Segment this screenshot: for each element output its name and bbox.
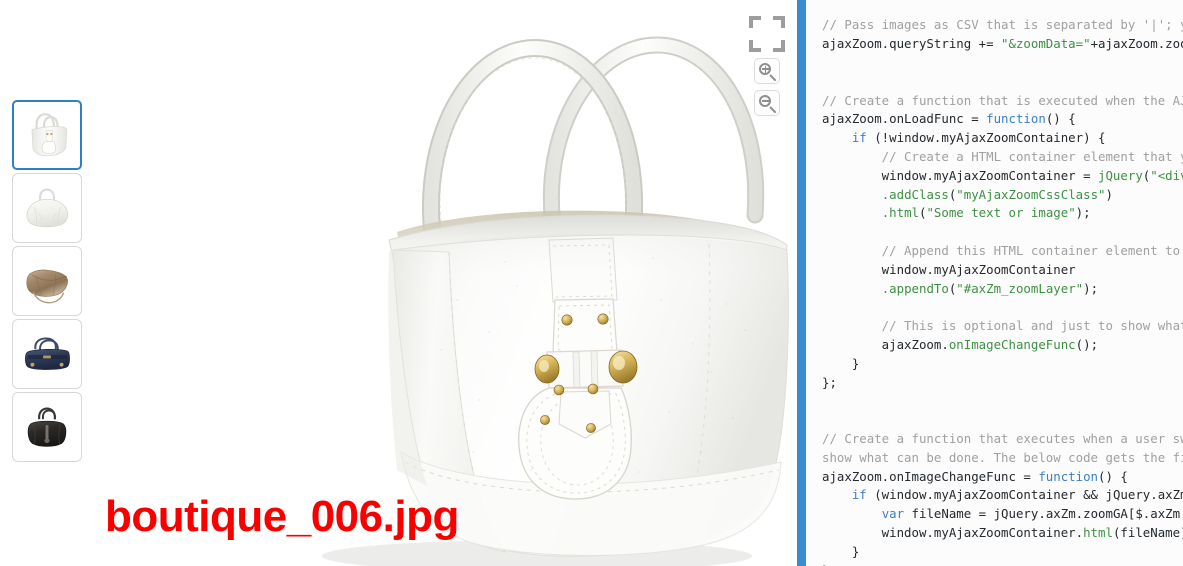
code-listing: // Pass images as CSV that is separated …	[822, 16, 1183, 566]
thumbnail-1[interactable]	[12, 100, 82, 170]
code-line: // Append this HTML container element to…	[822, 242, 1183, 258]
filename-overlay: boutique_006.jpg	[105, 492, 459, 541]
fullscreen-icon[interactable]	[749, 16, 785, 52]
code-line: show what can be done. The below code ge…	[822, 449, 1183, 465]
code-scroll-area[interactable]: // Pass images as CSV that is separated …	[806, 0, 1183, 566]
zoom-in-icon[interactable]	[754, 58, 780, 84]
code-line: if (window.myAjaxZoomContainer && jQuery…	[851, 487, 1183, 503]
code-line: window.myAjaxZoomContainer.html(fileName…	[822, 524, 1183, 540]
thumbnail-image	[13, 320, 81, 388]
code-line: window.myAjaxZoomContainer	[822, 261, 1076, 277]
stage-controls	[743, 8, 791, 116]
thumbnail-image	[14, 102, 80, 168]
thumbnail-5[interactable]	[12, 392, 82, 462]
code-line: ajaxZoom.queryString += "&zoomData="+aja…	[822, 36, 1183, 52]
code-panel: // Pass images as CSV that is separated …	[797, 0, 1183, 566]
code-line: // Pass images as CSV that is separated …	[822, 17, 1183, 33]
thumbnail-3[interactable]	[12, 246, 82, 316]
thumbnail-4[interactable]	[12, 319, 82, 389]
thumbnail-image	[13, 393, 81, 461]
code-line: }	[822, 355, 860, 371]
thumbnail-2[interactable]	[12, 173, 82, 243]
code-line: }	[822, 562, 1183, 566]
code-line: // Create a HTML container element that …	[822, 148, 1183, 164]
code-accent-bar	[797, 0, 806, 566]
main-product-image[interactable]	[97, 0, 797, 566]
code-line: window.myAjaxZoomContainer = jQuery("<di…	[822, 167, 1183, 183]
code-line: };	[822, 374, 837, 390]
code-line: }	[822, 543, 860, 559]
thumbnail-image	[13, 247, 81, 315]
thumbnail-image	[13, 174, 81, 242]
code-line: ajaxZoom.onImageChangeFunc = function() …	[822, 468, 1128, 484]
code-line: // This is optional and just to show wha…	[822, 318, 1183, 334]
code-line: // Create a function that is executed wh…	[822, 92, 1183, 108]
main-image-stage[interactable]: boutique_006.jpg	[97, 0, 797, 566]
thumbnail-rail	[0, 0, 97, 566]
handbag-illustration	[322, 36, 789, 566]
code-line: .html("Some text or image");	[881, 205, 1091, 221]
ajax-zoom-viewer: boutique_006.jpg // Pass images as CSV t…	[0, 0, 1183, 566]
code-line: ajaxZoom.onLoadFunc = function() {	[822, 111, 1076, 127]
code-line: // Create a function that executes when …	[822, 430, 1183, 446]
code-line: var fileName = jQuery.axZm.zoomGA[$.axZm…	[881, 506, 1183, 522]
zoom-out-icon[interactable]	[754, 90, 780, 116]
code-line: .addClass("myAjaxZoomCssClass")	[881, 186, 1113, 202]
code-line: ajaxZoom.onImageChangeFunc();	[822, 336, 1099, 352]
code-line: if (!window.myAjaxZoomContainer) {	[851, 130, 1106, 146]
code-line: .appendTo("#axZm_zoomLayer");	[881, 280, 1099, 296]
